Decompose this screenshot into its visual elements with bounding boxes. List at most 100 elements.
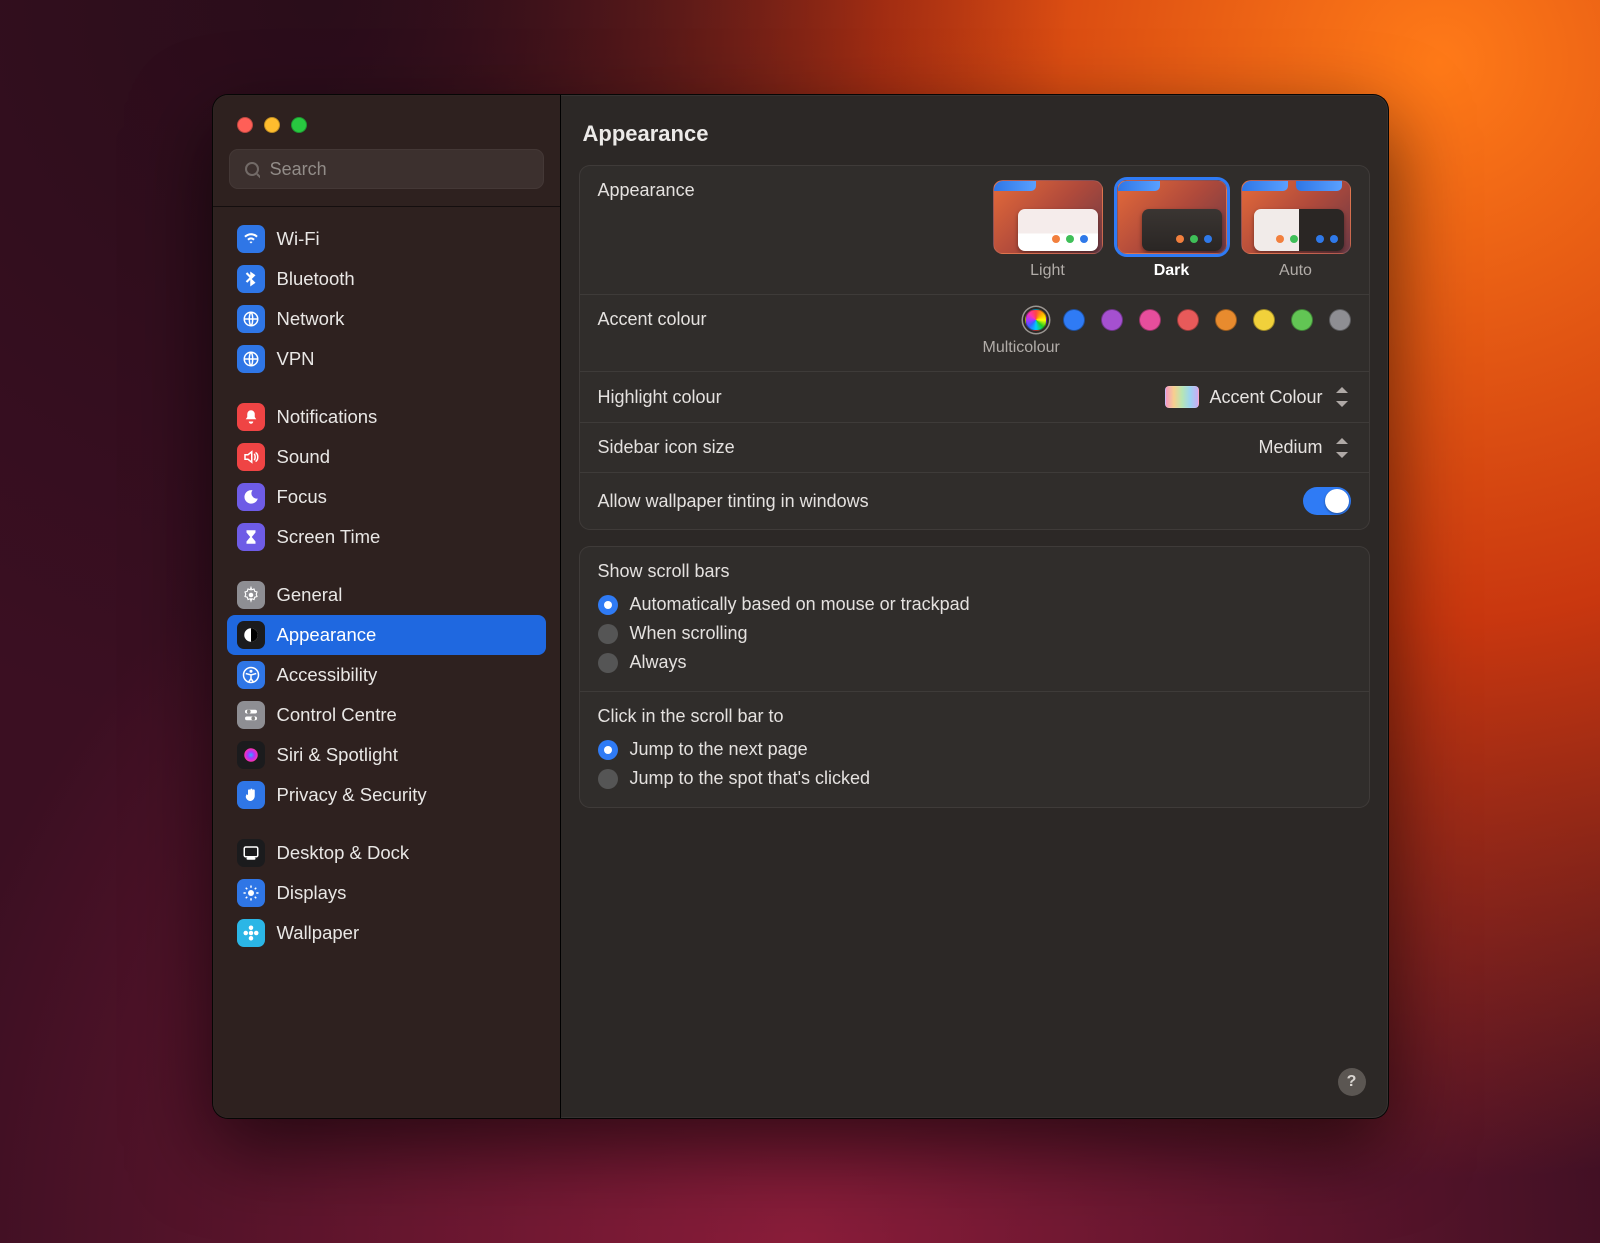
highlight-swatch-icon: [1165, 386, 1199, 408]
scrollbars-radio-always[interactable]: Always: [598, 652, 1351, 673]
appearance-option-label: Dark: [1154, 262, 1190, 280]
radio-label: When scrolling: [630, 623, 748, 644]
scrollbars-radio-auto[interactable]: Automatically based on mouse or trackpad: [598, 594, 1351, 615]
globe-icon: [237, 305, 265, 333]
appearance-option-auto[interactable]: Auto: [1241, 180, 1351, 280]
search-input[interactable]: [270, 159, 531, 180]
sidebar-item-focus[interactable]: Focus: [227, 477, 546, 517]
fullscreen-button[interactable]: [291, 117, 307, 133]
sidebar-item-label: Sound: [277, 446, 331, 468]
scrollbars-radio-group: Automatically based on mouse or trackpad…: [598, 592, 1351, 677]
content-pane: Appearance Appearance Light Dark Auto Acce…: [561, 95, 1388, 1118]
radio-dot-icon: [598, 740, 618, 760]
bell-icon: [237, 403, 265, 431]
sidebar-item-desktopdock[interactable]: Desktop & Dock: [227, 833, 546, 873]
radio-dot-icon: [598, 769, 618, 789]
sidebar-item-siri[interactable]: Siri & Spotlight: [227, 735, 546, 775]
wifi-icon: [237, 225, 265, 253]
radio-dot-icon: [598, 595, 618, 615]
appearance-option-label: Light: [1030, 262, 1065, 280]
sidebar-item-bluetooth[interactable]: Bluetooth: [227, 259, 546, 299]
siri-icon: [237, 741, 265, 769]
sidebar-item-accessibility[interactable]: Accessibility: [227, 655, 546, 695]
search-field[interactable]: [229, 149, 544, 189]
sidebar-item-label: Appearance: [277, 624, 377, 646]
accent-swatch-yellow[interactable]: [1253, 309, 1275, 331]
sidebar-icon-label: Sidebar icon size: [598, 437, 735, 458]
click-radio-spot[interactable]: Jump to the spot that's clicked: [598, 768, 1351, 789]
sidebar-item-label: Notifications: [277, 406, 378, 428]
sidebar-item-label: VPN: [277, 348, 315, 370]
sidebar-item-privacy[interactable]: Privacy & Security: [227, 775, 546, 815]
chevron-updown-icon: [1333, 387, 1351, 407]
accent-label: Accent colour: [598, 309, 707, 330]
radio-label: Automatically based on mouse or trackpad: [630, 594, 970, 615]
sidebar-item-label: Focus: [277, 486, 327, 508]
accent-swatch-pink[interactable]: [1139, 309, 1161, 331]
minimize-button[interactable]: [264, 117, 280, 133]
sidebar-item-label: Bluetooth: [277, 268, 355, 290]
accent-swatch-orange[interactable]: [1215, 309, 1237, 331]
accent-swatch-red[interactable]: [1177, 309, 1199, 331]
sidebar-item-notifications[interactable]: Notifications: [227, 397, 546, 437]
sidebar-item-displays[interactable]: Displays: [227, 873, 546, 913]
accent-swatch-purple[interactable]: [1101, 309, 1123, 331]
sidebar-item-general[interactable]: General: [227, 575, 546, 615]
sidebar-item-screentime[interactable]: Screen Time: [227, 517, 546, 557]
sun-icon: [237, 879, 265, 907]
accessibility-icon: [237, 661, 265, 689]
click-radio-group: Jump to the next page Jump to the spot th…: [598, 737, 1351, 793]
appearance-options: Light Dark Auto: [993, 180, 1351, 280]
highlight-value: Accent Colour: [1209, 387, 1322, 408]
search-icon: [242, 159, 260, 179]
accent-swatch-grey[interactable]: [1329, 309, 1351, 331]
scrollbars-label: Show scroll bars: [598, 561, 1351, 582]
sidebar-list: Wi-Fi Bluetooth Network VPN Notifications Sou…: [213, 207, 560, 1118]
close-button[interactable]: [237, 117, 253, 133]
appearance-option-label: Auto: [1279, 262, 1312, 280]
moon-icon: [237, 483, 265, 511]
appearance-label: Appearance: [598, 180, 695, 201]
sidebar-item-vpn[interactable]: VPN: [227, 339, 546, 379]
scrollbars-radio-scrolling[interactable]: When scrolling: [598, 623, 1351, 644]
settings-window: Wi-Fi Bluetooth Network VPN Notifications Sou…: [212, 94, 1389, 1119]
bluetooth-icon: [237, 265, 265, 293]
row-accent-colour: Accent colour Multicolour: [580, 295, 1369, 372]
click-label: Click in the scroll bar to: [598, 706, 1351, 727]
accent-swatch-multi[interactable]: [1025, 309, 1047, 331]
window-controls: [213, 95, 560, 133]
radio-label: Always: [630, 652, 687, 673]
help-button[interactable]: ?: [1338, 1068, 1366, 1096]
row-sidebar-icon-size: Sidebar icon size Medium: [580, 423, 1369, 473]
tinting-toggle[interactable]: [1303, 487, 1351, 515]
highlight-select[interactable]: Accent Colour: [1165, 386, 1350, 408]
accent-swatch-blue[interactable]: [1063, 309, 1085, 331]
sidebar-item-label: Control Centre: [277, 704, 397, 726]
sidebar-item-network[interactable]: Network: [227, 299, 546, 339]
sidebar-item-appearance[interactable]: Appearance: [227, 615, 546, 655]
sidebar-item-sound[interactable]: Sound: [227, 437, 546, 477]
sidebar-item-label: Wallpaper: [277, 922, 360, 944]
appearance-icon: [237, 621, 265, 649]
radio-dot-icon: [598, 653, 618, 673]
accent-swatch-green[interactable]: [1291, 309, 1313, 331]
row-wallpaper-tinting: Allow wallpaper tinting in windows: [580, 473, 1369, 529]
sidebar-icon-value: Medium: [1258, 437, 1322, 458]
row-appearance-mode: Appearance Light Dark Auto: [580, 166, 1369, 295]
appearance-option-light[interactable]: Light: [993, 180, 1103, 280]
radio-label: Jump to the spot that's clicked: [630, 768, 871, 789]
panel-appearance: Appearance Light Dark Auto Accent colour M…: [579, 165, 1370, 530]
flower-icon: [237, 919, 265, 947]
row-highlight-colour: Highlight colour Accent Colour: [580, 372, 1369, 423]
appearance-option-dark[interactable]: Dark: [1117, 180, 1227, 280]
sidebar-icon-select[interactable]: Medium: [1258, 437, 1350, 458]
sidebar-item-label: Displays: [277, 882, 347, 904]
sidebar-item-controlcentre[interactable]: Control Centre: [227, 695, 546, 735]
sidebar-item-label: Privacy & Security: [277, 784, 427, 806]
row-click-scrollbar: Click in the scroll bar to Jump to the n…: [580, 692, 1369, 807]
row-show-scrollbars: Show scroll bars Automatically based on …: [580, 547, 1369, 692]
sidebar-item-wifi[interactable]: Wi-Fi: [227, 219, 546, 259]
chevron-updown-icon: [1333, 438, 1351, 458]
sidebar-item-wallpaper[interactable]: Wallpaper: [227, 913, 546, 953]
click-radio-nextpage[interactable]: Jump to the next page: [598, 739, 1351, 760]
